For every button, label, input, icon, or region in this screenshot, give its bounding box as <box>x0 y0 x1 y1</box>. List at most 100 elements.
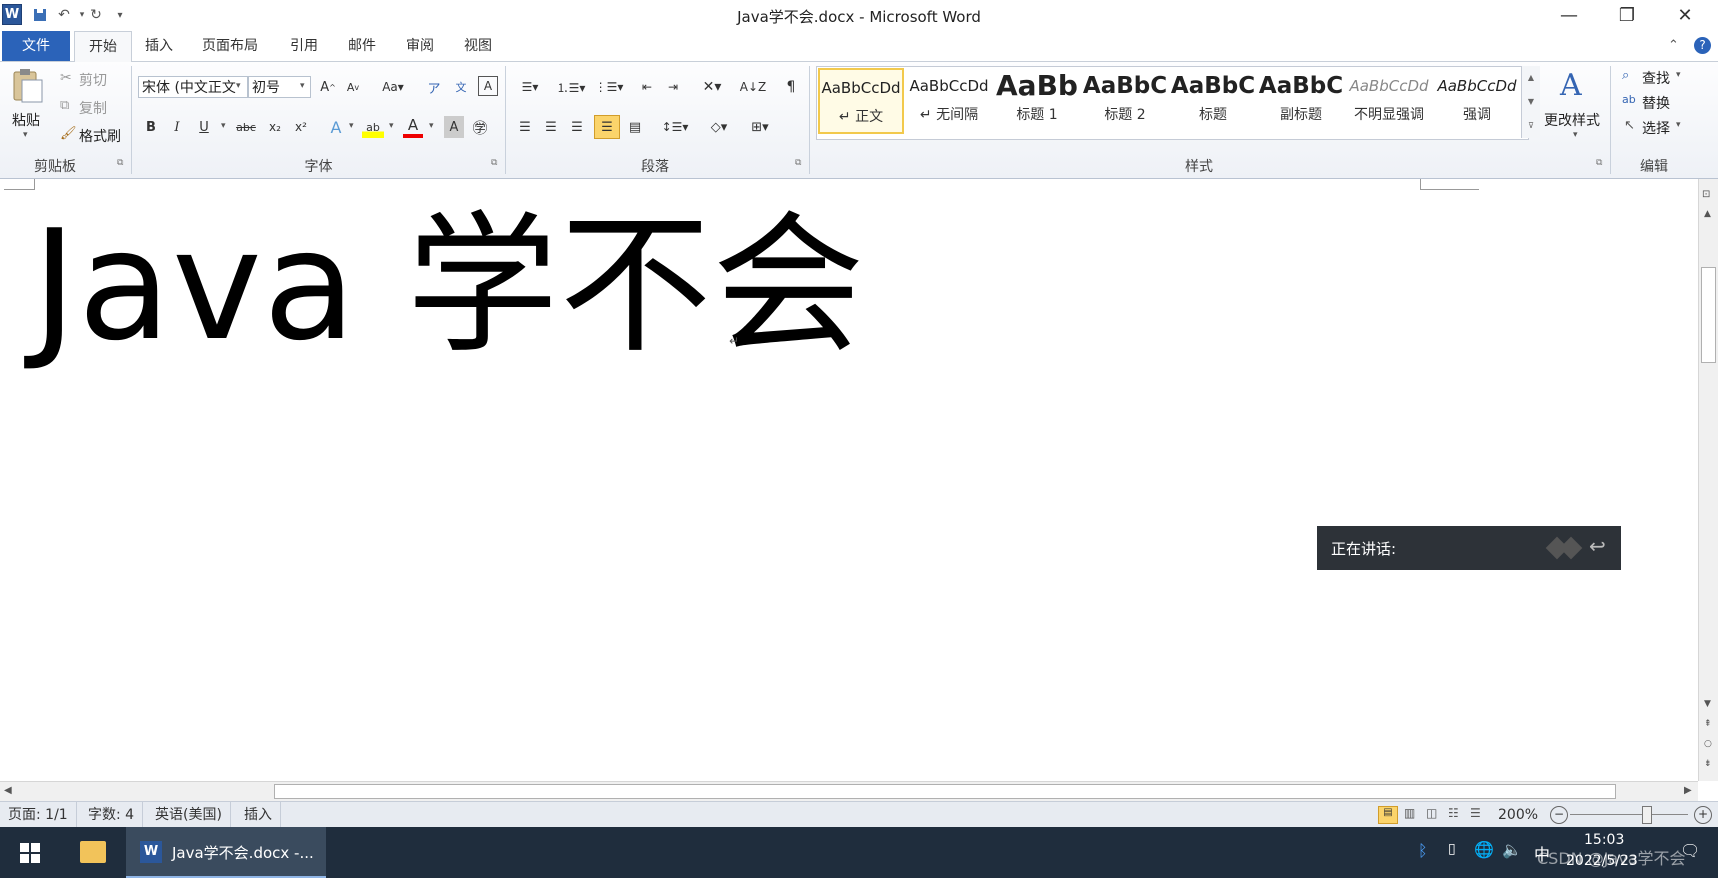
document-heading[interactable]: Java 学不会 <box>32 210 865 362</box>
align-right-icon[interactable]: ☰ <box>566 116 588 138</box>
chinese-layout-icon[interactable]: ✕▾ <box>698 76 726 98</box>
browse-object-icon[interactable]: ○ <box>1704 739 1712 749</box>
highlight-dropdown-icon[interactable]: ▾ <box>389 121 394 131</box>
notification-icon[interactable]: 🗨 <box>1680 841 1700 860</box>
italic-icon[interactable]: I <box>168 116 186 138</box>
outline-view-icon[interactable]: ☷ <box>1448 806 1459 820</box>
tab-references[interactable]: 引用 <box>276 31 332 61</box>
paste-button[interactable]: 粘贴 <box>12 110 40 130</box>
sort-icon[interactable]: A↓Z <box>740 76 766 98</box>
word-count[interactable]: 字数: 4 <box>80 802 144 828</box>
page-indicator[interactable]: 页面: 1/1 <box>0 802 77 828</box>
superscript-icon[interactable]: x² <box>291 116 311 138</box>
minimize-button[interactable]: — <box>1540 0 1598 31</box>
paragraph-launcher-icon[interactable]: ⧉ <box>795 158 801 168</box>
format-painter-button[interactable]: 格式刷 <box>79 126 121 146</box>
styles-scroll[interactable]: ▲ ▼ ⊽ <box>1521 66 1540 138</box>
copy-button[interactable]: 复制 <box>79 98 107 118</box>
underline-icon[interactable]: U <box>195 116 213 138</box>
decrease-indent-icon[interactable]: ⇤ <box>636 76 658 98</box>
restore-button[interactable]: ❐ <box>1598 0 1656 31</box>
ruler-toggle-icon[interactable]: ⊡ <box>1702 189 1710 200</box>
underline-dropdown-icon[interactable]: ▾ <box>221 121 226 131</box>
tab-page-layout[interactable]: 页面布局 <box>188 31 272 61</box>
zoom-in-icon[interactable]: + <box>1694 806 1712 824</box>
font-name-dropdown-icon[interactable]: ▾ <box>236 81 241 91</box>
justify-icon[interactable]: ☰ <box>594 115 620 139</box>
zoom-out-icon[interactable]: − <box>1550 806 1568 824</box>
replace-button[interactable]: 替换 <box>1642 93 1670 113</box>
taskbar-word-button[interactable]: W Java学不会.docx -... <box>126 827 326 878</box>
change-case-icon[interactable]: Aa▾ <box>378 76 408 98</box>
scroll-up-icon[interactable]: ▲ <box>1704 209 1711 219</box>
style-heading-1[interactable]: AaBb 标题 1 <box>994 68 1080 134</box>
phonetic-guide-icon[interactable]: 文 <box>451 76 471 98</box>
style-heading-2[interactable]: AaBbC 标题 2 <box>1082 68 1168 134</box>
enclose-characters-icon[interactable]: ㊫ <box>470 116 490 138</box>
borders-icon[interactable]: ⊞▾ <box>745 116 775 138</box>
windows-start-icon[interactable] <box>20 843 40 863</box>
numbering-icon[interactable]: ⒈☰▾ <box>554 76 588 98</box>
style-emphasis[interactable]: AaBbCcDd 强调 <box>1434 68 1520 134</box>
style-title[interactable]: AaBbC 标题 <box>1170 68 1256 134</box>
print-layout-view-icon[interactable]: ▤ <box>1378 806 1398 824</box>
select-button[interactable]: 选择 <box>1642 118 1670 138</box>
bold-icon[interactable]: B <box>142 116 160 138</box>
full-screen-reading-icon[interactable]: ▥ <box>1404 806 1415 820</box>
line-spacing-icon[interactable]: ↕☰▾ <box>660 116 690 138</box>
character-border-icon[interactable]: A <box>478 76 498 96</box>
tab-file[interactable]: 文件 <box>2 31 70 61</box>
close-button[interactable]: ✕ <box>1656 0 1714 31</box>
find-button[interactable]: 查找 <box>1642 68 1670 88</box>
font-name-combo[interactable]: 宋体 (中文正文 <box>138 76 248 98</box>
language-indicator[interactable]: 英语(美国) <box>147 802 231 828</box>
cut-button[interactable]: 剪切 <box>79 70 107 90</box>
horizontal-scroll-thumb[interactable] <box>274 784 1616 799</box>
show-marks-icon[interactable]: ¶ <box>780 76 802 98</box>
text-effects-icon[interactable]: A <box>326 116 346 138</box>
style-subtle-emphasis[interactable]: AaBbCcDd 不明显强调 <box>1346 68 1432 134</box>
tab-mailings[interactable]: 邮件 <box>334 31 390 61</box>
subscript-icon[interactable]: x₂ <box>265 116 285 138</box>
find-dropdown-icon[interactable]: ▾ <box>1676 70 1681 80</box>
previous-page-icon[interactable]: ⇞ <box>1704 719 1712 729</box>
select-dropdown-icon[interactable]: ▾ <box>1676 120 1681 130</box>
vertical-scroll-thumb[interactable] <box>1701 267 1716 363</box>
draft-view-icon[interactable]: ☰ <box>1470 806 1481 820</box>
insert-mode[interactable]: 插入 <box>236 802 281 828</box>
zoom-slider-thumb[interactable] <box>1642 806 1652 824</box>
scroll-left-icon[interactable]: ◀ <box>4 785 12 796</box>
shading-icon[interactable]: ◇▾ <box>704 116 734 138</box>
align-center-icon[interactable]: ☰ <box>540 116 562 138</box>
style-normal[interactable]: AaBbCcDd ↵ 正文 <box>818 68 904 134</box>
vertical-scrollbar[interactable]: ⊡ ▲ ▼ ⇞ ○ ⇟ <box>1698 179 1718 781</box>
tab-view[interactable]: 视图 <box>450 31 506 61</box>
bluetooth-icon[interactable]: ᛒ <box>1418 841 1428 860</box>
multilevel-list-icon[interactable]: ⋮☰▾ <box>592 76 626 98</box>
clipboard-launcher-icon[interactable]: ⧉ <box>117 158 123 168</box>
paste-dropdown-icon[interactable]: ▾ <box>23 130 28 140</box>
highlight-icon[interactable]: ab <box>362 116 384 138</box>
bullets-icon[interactable]: ☰▾ <box>516 76 544 98</box>
tab-insert[interactable]: 插入 <box>131 31 187 61</box>
scroll-down-icon[interactable]: ▼ <box>1704 699 1711 709</box>
style-subtitle[interactable]: AaBbC 副标题 <box>1258 68 1344 134</box>
align-left-icon[interactable]: ☰ <box>514 116 536 138</box>
zoom-level[interactable]: 200% <box>1498 802 1538 828</box>
change-styles-button[interactable]: 更改样式 <box>1544 110 1600 130</box>
scroll-right-icon[interactable]: ▶ <box>1684 785 1692 796</box>
horizontal-scrollbar[interactable]: ◀ ▶ <box>0 781 1698 802</box>
file-explorer-icon[interactable] <box>80 841 106 863</box>
font-color-dropdown-icon[interactable]: ▾ <box>429 121 434 131</box>
volume-icon[interactable]: 🔈 <box>1502 840 1522 859</box>
help-icon[interactable]: ? <box>1694 37 1711 54</box>
strikethrough-icon[interactable]: abc <box>234 116 258 138</box>
style-no-spacing[interactable]: AaBbCcDd ↵ 无间隔 <box>906 68 992 134</box>
character-shading-icon[interactable]: A <box>444 116 464 138</box>
increase-indent-icon[interactable]: ⇥ <box>662 76 684 98</box>
next-page-icon[interactable]: ⇟ <box>1704 759 1712 769</box>
web-layout-icon[interactable]: ◫ <box>1426 806 1437 820</box>
usb-device-icon[interactable]: ▯ <box>1448 841 1456 857</box>
paste-icon[interactable] <box>10 68 46 104</box>
tab-review[interactable]: 审阅 <box>392 31 448 61</box>
